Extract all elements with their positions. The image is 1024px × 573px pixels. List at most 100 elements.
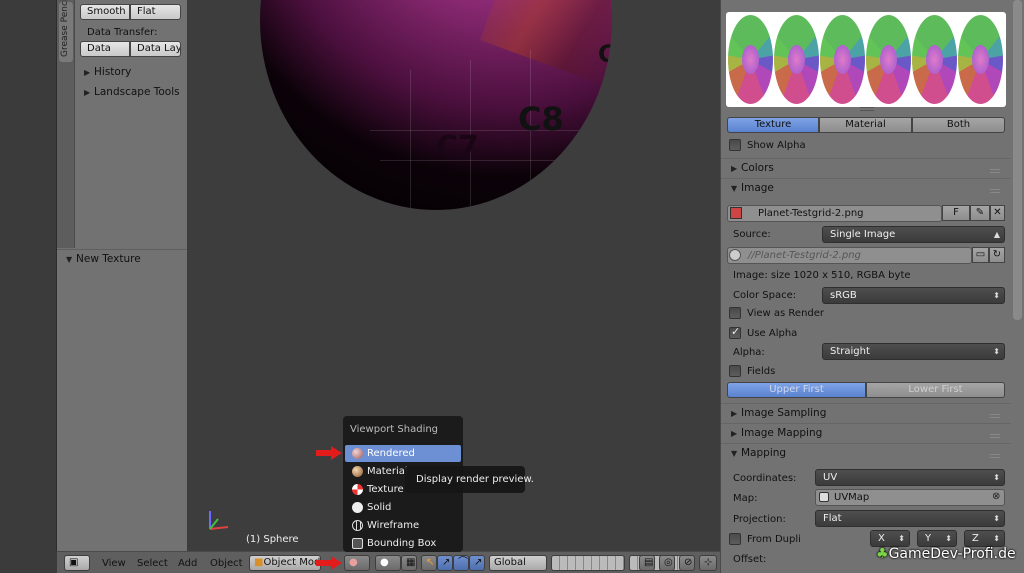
image-panel-header[interactable]: ▼ Image — [731, 182, 1006, 200]
filepath-field[interactable]: //Planet-Testgrid-2.png — [727, 247, 972, 264]
dropdown-arrows-icon: ▲ — [993, 230, 1000, 239]
add-menu[interactable]: Add — [178, 558, 197, 569]
lower-first-button[interactable]: Lower First — [866, 382, 1005, 398]
viewport-shading-button[interactable]: ● — [344, 555, 370, 571]
show-alpha-checkbox[interactable] — [729, 139, 741, 151]
tab-material-preview[interactable]: Material — [819, 117, 912, 133]
drag-grip-icon[interactable] — [990, 189, 1000, 193]
watermark-logo-icon: ♣ — [876, 546, 889, 562]
drag-grip-icon[interactable] — [990, 434, 1000, 438]
unlink-close-icon[interactable]: ✕ — [990, 205, 1005, 221]
pivot-point-button[interactable]: ● — [375, 555, 401, 571]
shading-option-wireframe[interactable]: Wireframe — [345, 517, 461, 534]
texture-checker-icon — [352, 484, 363, 495]
snap-button[interactable]: ⊘ — [679, 555, 695, 571]
collapsed-triangle-icon: ▶ — [84, 68, 91, 77]
coordinates-dropdown[interactable]: UV ⬍ — [815, 469, 1005, 486]
file-browse-icon[interactable]: ▭ — [972, 247, 989, 263]
shading-option-rendered[interactable]: Rendered — [345, 445, 461, 462]
sphere-object[interactable]: C8 C7 B8 C — [260, 0, 612, 210]
view-menu[interactable]: View — [102, 558, 126, 569]
image-info-text: Image: size 1020 x 510, RGBA byte — [733, 270, 911, 281]
tab-texture-preview[interactable]: Texture — [727, 117, 819, 133]
browse-image-icon[interactable]: ✎ — [970, 205, 990, 221]
dropdown-arrows-icon: ⬍ — [993, 347, 1000, 356]
use-alpha-checkbox[interactable] — [729, 325, 741, 339]
image-sampling-label: Image Sampling — [741, 407, 827, 419]
translate-arrow-icon: ↗ — [442, 557, 451, 568]
scale-manipulator[interactable]: ↗ — [469, 555, 485, 571]
axis-z-dropdown[interactable]: Z ⬍ — [964, 530, 1005, 547]
drag-grip-icon[interactable] — [990, 169, 1000, 173]
layer-buttons[interactable] — [551, 555, 625, 571]
tab-both-preview[interactable]: Both — [912, 117, 1005, 133]
uv-icon — [819, 492, 829, 502]
wireframe-sphere-icon — [352, 520, 363, 531]
uv-map-field[interactable]: UVMap — [815, 489, 1005, 506]
from-dupli-checkbox[interactable] — [729, 533, 741, 545]
properties-scrollbar[interactable] — [1013, 0, 1022, 320]
collapsed-triangle-icon: ▶ — [731, 409, 738, 418]
render-icon: ◎ — [664, 557, 673, 568]
orientation-label: Global — [494, 557, 526, 568]
manipulator-toggle[interactable]: ↖ — [421, 555, 437, 571]
proportional-edit-button[interactable]: ▦ — [401, 555, 417, 571]
new-texture-panel-header[interactable]: ▼ New Texture — [66, 253, 181, 271]
image-icon[interactable] — [730, 207, 742, 219]
source-dropdown[interactable]: Single Image ▲ — [822, 226, 1005, 243]
axis-y-dropdown[interactable]: Y ⬍ — [917, 530, 957, 547]
alpha-label: Alpha: — [733, 347, 765, 358]
grid-line — [380, 160, 580, 161]
fields-checkbox[interactable] — [729, 365, 741, 377]
data-transfer-label: Data Transfer: — [87, 27, 158, 38]
snap-element-button[interactable]: ⊹ — [699, 555, 717, 571]
history-panel-header[interactable]: ▶ History — [84, 66, 184, 84]
shading-menu-title: Viewport Shading — [350, 424, 439, 435]
view-as-render-checkbox[interactable] — [729, 307, 741, 319]
object-menu[interactable]: Object — [210, 558, 243, 569]
preview-resize-handle[interactable] — [860, 107, 874, 111]
rotate-manipulator[interactable]: ⌒ — [453, 555, 469, 571]
mode-selector[interactable]: ■ Object Mode — [249, 555, 321, 571]
shading-option-label: Bounding Box — [367, 538, 437, 549]
data-button[interactable]: Data — [80, 41, 130, 57]
axis-x-dropdown[interactable]: X ⬍ — [870, 530, 910, 547]
reload-icon[interactable]: ↻ — [989, 247, 1005, 263]
smooth-button[interactable]: Smooth — [80, 4, 130, 20]
tool-properties-panel — [57, 249, 187, 551]
landscape-tools-panel-header[interactable]: ▶ Landscape Tools — [84, 86, 184, 104]
data-layout-button[interactable]: Data Layo — [130, 41, 181, 57]
layers-icon: ▤ — [644, 557, 654, 568]
editor-type-button[interactable]: ▣ — [64, 555, 90, 571]
shading-option-bounding-box[interactable]: Bounding Box — [345, 535, 461, 552]
grid-icon: ▦ — [406, 557, 416, 568]
shading-option-solid[interactable]: Solid — [345, 499, 461, 516]
flat-button[interactable]: Flat — [130, 4, 181, 20]
tab-grease-pencil[interactable]: Grease Pencil — [59, 0, 73, 62]
pack-icon[interactable] — [729, 249, 741, 261]
coordinates-value: UV — [823, 472, 838, 483]
select-menu[interactable]: Select — [137, 558, 168, 569]
dropdown-arrows-icon: ⬍ — [898, 534, 905, 543]
mode-label: Object Mode — [263, 557, 321, 568]
mapping-panel-header[interactable]: ▼ Mapping — [731, 447, 1006, 465]
fake-user-button[interactable]: F — [942, 205, 970, 221]
transform-orientation-selector[interactable]: Global — [489, 555, 547, 571]
upper-first-button[interactable]: Upper First — [727, 382, 866, 398]
collapsed-triangle-icon: ▶ — [731, 429, 738, 438]
translate-manipulator[interactable]: ↗ — [437, 555, 453, 571]
image-datablock-field[interactable]: Planet-Testgrid-2.png — [727, 205, 942, 222]
drag-grip-icon[interactable] — [990, 454, 1000, 458]
render-button[interactable]: ◎ — [659, 555, 675, 571]
divider — [721, 403, 1011, 404]
projection-dropdown[interactable]: Flat ⬍ — [815, 510, 1005, 527]
drag-grip-icon[interactable] — [990, 414, 1000, 418]
red-arrow-icon — [316, 446, 342, 460]
clear-field-icon[interactable]: ⊗ — [992, 491, 1000, 502]
alpha-mode-dropdown[interactable]: Straight ⬍ — [822, 343, 1005, 360]
tooltip: Display render preview. — [405, 466, 534, 493]
dropdown-arrows-icon: ⬍ — [993, 473, 1000, 482]
color-space-dropdown[interactable]: sRGB ⬍ — [822, 287, 1005, 304]
lock-camera-button[interactable]: ▤ — [639, 555, 655, 571]
projection-label: Projection: — [733, 514, 786, 525]
